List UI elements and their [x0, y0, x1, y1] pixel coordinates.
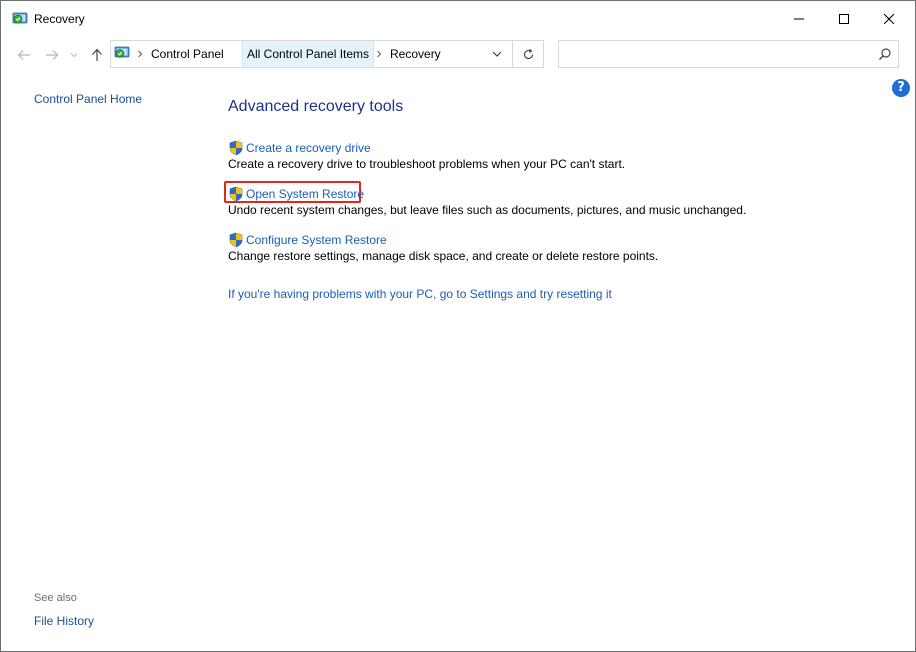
window-title: Recovery: [34, 12, 85, 26]
breadcrumb-separator-icon[interactable]: [135, 47, 145, 61]
minimize-button[interactable]: [776, 1, 821, 37]
close-icon: [883, 14, 894, 24]
see-also-label: See also: [34, 592, 77, 604]
task-description: Create a recovery drive to troubleshoot …: [228, 157, 626, 171]
close-button[interactable]: [866, 1, 911, 37]
control-panel-home-link[interactable]: Control Panel Home: [34, 92, 142, 106]
minimize-icon: [793, 18, 804, 20]
back-button[interactable]: [14, 45, 34, 65]
uac-shield-icon: [229, 232, 243, 248]
arrow-left-icon: [17, 50, 30, 60]
uac-shield-icon: [229, 140, 243, 156]
search-input[interactable]: [563, 44, 867, 64]
help-button[interactable]: ?: [892, 79, 910, 97]
address-dropdown-button[interactable]: [488, 46, 506, 62]
task-description: Change restore settings, manage disk spa…: [228, 249, 659, 263]
recovery-window: Recovery Control Panel All Control Panel…: [0, 0, 916, 652]
breadcrumb-recovery[interactable]: Recovery: [386, 41, 445, 67]
breadcrumb-all-items[interactable]: All Control Panel Items: [242, 41, 375, 67]
search-box[interactable]: [558, 40, 899, 68]
task-configure-system-restore: Configure System Restore Change restore …: [228, 232, 658, 263]
address-bar[interactable]: Control Panel All Control Panel Items Re…: [110, 40, 513, 68]
refresh-icon: [523, 48, 533, 59]
task-description: Undo recent system changes, but leave fi…: [228, 203, 747, 217]
recent-locations-button[interactable]: [67, 45, 81, 65]
maximize-button[interactable]: [821, 1, 866, 37]
highlight-annotation-box: [224, 181, 361, 203]
task-create-recovery-drive: Create a recovery drive Create a recover…: [228, 140, 625, 171]
search-icon[interactable]: [878, 47, 892, 61]
chevron-down-icon: [70, 53, 78, 58]
forward-button[interactable]: [42, 45, 62, 65]
navigation-bar: Control Panel All Control Panel Items Re…: [1, 37, 915, 71]
recovery-app-icon: [12, 12, 28, 24]
breadcrumb-control-panel[interactable]: Control Panel: [147, 41, 228, 67]
arrow-up-icon: [92, 48, 102, 61]
title-bar: Recovery: [1, 1, 915, 37]
up-button[interactable]: [87, 45, 107, 65]
create-recovery-drive-link[interactable]: Create a recovery drive: [246, 141, 371, 155]
arrow-right-icon: [46, 50, 59, 60]
page-title: Advanced recovery tools: [228, 98, 404, 115]
refresh-button[interactable]: [513, 40, 544, 68]
file-history-link[interactable]: File History: [34, 614, 94, 628]
breadcrumb-separator-icon[interactable]: [374, 47, 384, 61]
chevron-down-icon: [492, 51, 502, 57]
reset-pc-settings-link[interactable]: If you're having problems with your PC, …: [228, 287, 612, 301]
control-panel-icon: [114, 46, 130, 58]
maximize-icon: [838, 14, 849, 24]
configure-system-restore-link[interactable]: Configure System Restore: [246, 233, 387, 247]
